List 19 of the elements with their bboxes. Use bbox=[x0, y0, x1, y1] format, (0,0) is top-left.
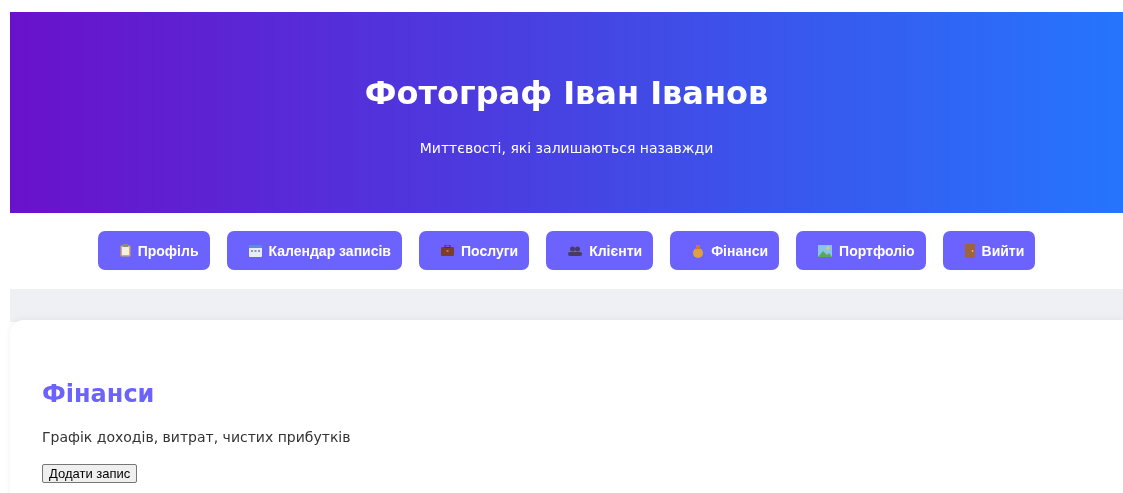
picture-icon bbox=[818, 244, 833, 257]
add-record-button[interactable]: Додати запис bbox=[42, 464, 138, 483]
section-description: Графік доходів, витрат, чистих прибутків bbox=[42, 429, 352, 445]
calendar-icon bbox=[248, 244, 262, 257]
site-tagline: Миттєвості, які залишаються назавжди bbox=[419, 139, 714, 156]
people-icon bbox=[568, 245, 583, 256]
briefcase-icon bbox=[441, 245, 454, 256]
nav-button[interactable]: Профіль bbox=[97, 231, 210, 270]
nav-button[interactable]: Календар записів bbox=[226, 231, 402, 270]
nav-button[interactable]: Портфоліо bbox=[796, 231, 926, 270]
clipboard-icon bbox=[119, 244, 131, 257]
section-title: Фінанси bbox=[42, 380, 156, 408]
nav-button[interactable]: Клієнти bbox=[546, 231, 654, 270]
nav-button[interactable]: Вийти bbox=[942, 231, 1036, 270]
money-bag-icon bbox=[692, 243, 705, 258]
site-title: Фотограф Іван Іванов bbox=[364, 72, 769, 112]
nav-button[interactable]: Фінанси bbox=[670, 231, 780, 270]
door-icon bbox=[964, 243, 975, 258]
nav-button[interactable]: Послуги bbox=[419, 231, 530, 270]
